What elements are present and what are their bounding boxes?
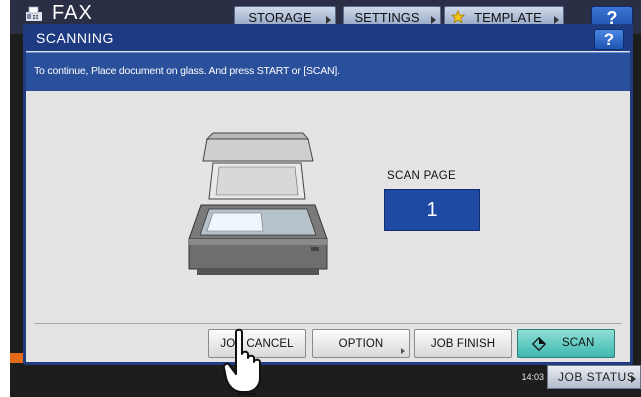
tab-storage-label: STORAGE — [248, 9, 312, 25]
job-status-arrow-icon — [631, 375, 636, 383]
option-button[interactable]: OPTION — [312, 329, 410, 358]
tab-settings-label: SETTINGS — [354, 9, 420, 25]
tab-storage-arrow-icon — [326, 16, 331, 24]
scanning-dialog: SCANNING ? To continue, Place document o… — [23, 24, 633, 365]
scan-page-counter: 1 — [384, 189, 480, 231]
diamond-start-icon — [532, 337, 546, 351]
clock-time: 14:03 — [521, 372, 544, 382]
dialog-title-bar: SCANNING ? — [26, 27, 630, 51]
scan-page-label: SCAN PAGE — [387, 170, 456, 182]
dialog-help-button[interactable]: ? — [594, 29, 624, 50]
dialog-message-bar: To continue, Place document on glass. An… — [26, 52, 630, 91]
star-icon — [451, 10, 465, 24]
scan-label: SCAN — [562, 337, 595, 349]
job-status-button[interactable]: JOB STATUS — [547, 365, 641, 389]
dialog-title: SCANNING — [36, 30, 114, 46]
tab-settings-arrow-icon — [431, 16, 436, 24]
scan-button[interactable]: SCAN — [517, 329, 615, 358]
fax-icon — [26, 6, 42, 21]
copier-illustration-icon — [188, 132, 328, 275]
job-finish-label: JOB FINISH — [430, 337, 496, 350]
tab-template-label: TEMPLATE — [474, 9, 542, 25]
app-title: FAX — [52, 2, 93, 24]
job-status-label: JOB STATUS — [558, 370, 636, 384]
option-arrow-icon — [401, 348, 405, 354]
tab-template-arrow-icon — [554, 16, 559, 24]
dialog-message: To continue, Place document on glass. An… — [34, 65, 340, 77]
job-finish-button[interactable]: JOB FINISH — [414, 329, 512, 358]
hand-pointer-icon — [222, 328, 261, 395]
dialog-divider — [34, 323, 622, 324]
option-label: OPTION — [338, 337, 384, 350]
